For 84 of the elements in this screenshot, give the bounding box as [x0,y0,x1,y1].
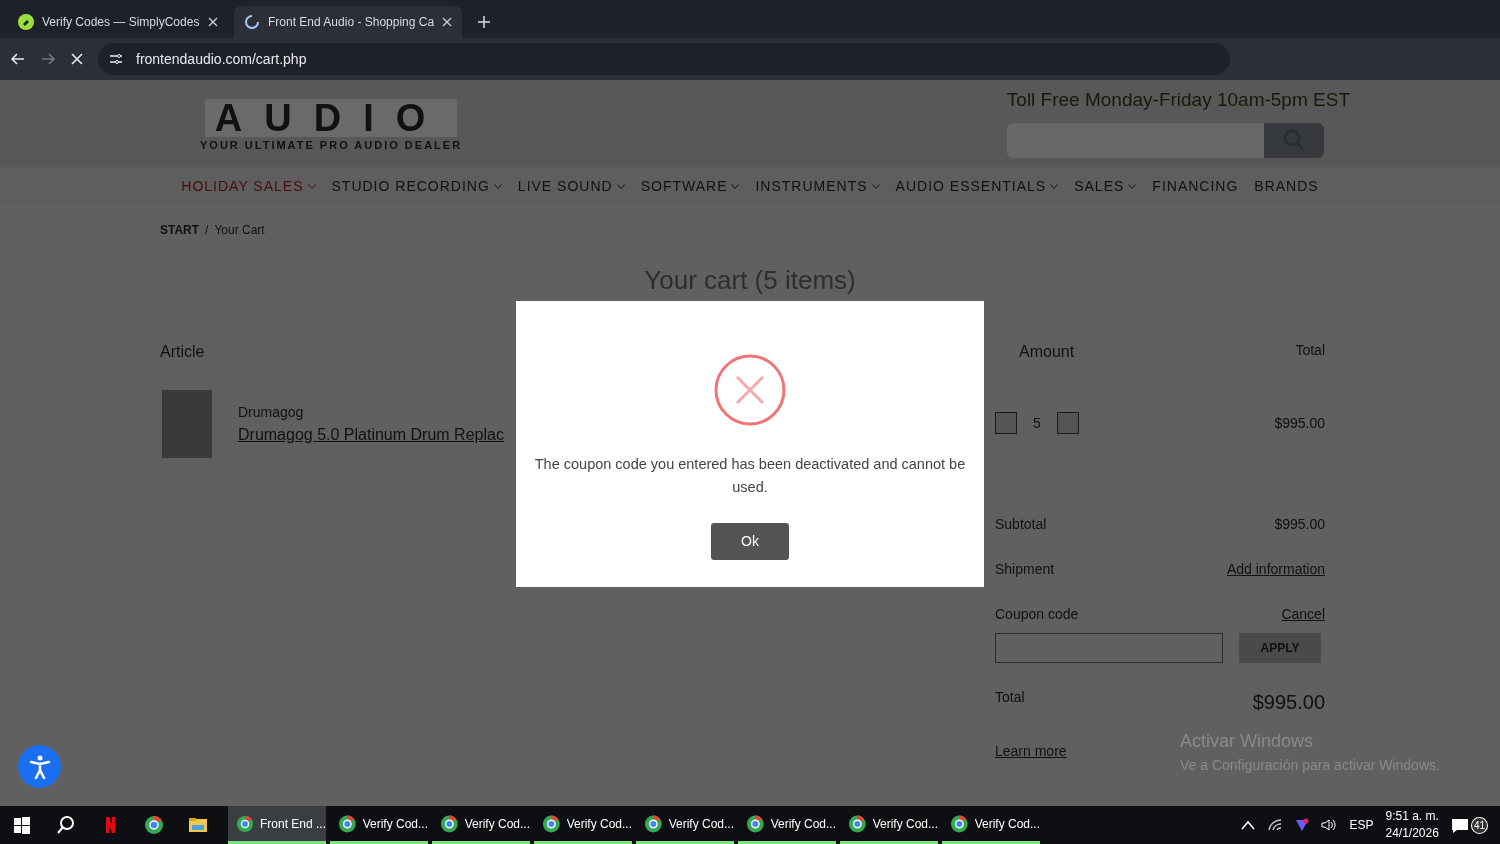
accessibility-button[interactable] [18,745,61,788]
chrome-icon [338,813,357,834]
coupon-label: Coupon code [995,605,1079,624]
taskbar-window-button[interactable]: Verify Cod... [330,806,428,844]
speaker-icon[interactable] [1321,818,1338,832]
close-icon[interactable] [208,17,218,27]
caret-down-icon [871,183,880,189]
product-brand: Drumagog [238,402,305,422]
search-field[interactable] [1006,122,1324,158]
stop-icon[interactable] [70,52,84,66]
chrome-icon [848,813,867,834]
chrome-icon [440,813,459,834]
chrome-icon [236,813,254,834]
quantity-value: 5 [1033,413,1041,433]
loading-icon [244,14,260,30]
notification-icon[interactable] [1450,817,1469,834]
nav-link[interactable]: LIVE SOUND [517,175,613,197]
taskbar-window-button[interactable]: Front End ... [228,806,326,844]
column-header: Total [1295,341,1325,360]
search-icon[interactable] [56,815,76,835]
chrome-icon [542,813,561,834]
language-indicator[interactable]: ESP [1349,816,1374,834]
address-bar[interactable]: frontendaudio.com/cart.php [98,43,1230,75]
ok-button[interactable]: Ok [711,523,789,560]
taskbar-window-button[interactable]: Verify Cod... [738,806,836,844]
cancel-link[interactable]: Cancel [1281,604,1325,625]
back-icon[interactable] [10,51,26,67]
caret-down-icon [616,183,625,189]
summary-value: $995.00 [1274,515,1325,534]
network-icon[interactable] [1267,818,1284,832]
add-information-link[interactable]: Add information [1226,559,1325,580]
caret-down-icon [493,183,502,189]
learn-more-link[interactable]: Learn more [995,741,1325,762]
windows-icon[interactable] [12,815,32,835]
folder-icon[interactable] [188,815,208,835]
product-image-placeholder [160,388,214,460]
summary-label: Subtotal [995,515,1047,534]
chrome-icon[interactable] [144,815,164,835]
column-header: Amount [1019,342,1075,362]
chrome-icon [746,813,765,834]
nav-link[interactable]: STUDIO RECORDING [331,175,490,197]
apply-button[interactable]: APPLY [1239,633,1321,663]
clock[interactable]: 9:51 a. m. 24/1/2026 [1385,808,1439,842]
column-header: Article [160,342,206,362]
coupon-input[interactable] [995,633,1223,663]
hours-text: Toll Free Monday-Friday 10am-5pm EST [1006,88,1350,112]
nav-link[interactable]: SALES [1074,175,1125,197]
total-label: Total [995,688,1025,707]
caret-down-icon [1128,183,1137,189]
nav-link[interactable]: FINANCING [1152,175,1239,197]
taskbar-window-button[interactable]: Verify Cod... [534,806,632,844]
caret-down-icon [731,183,740,189]
summary-label: Shipment [995,560,1055,579]
browser-tab[interactable]: Front End Audio - Shopping Ca [234,6,463,38]
nav-link[interactable]: INSTRUMENTS [755,175,868,197]
taskbar-window-button[interactable]: Verify Cod... [840,806,938,844]
product-link[interactable]: Drumagog 5.0 Platinum Drum Replac [238,422,504,447]
taskbar-window-button[interactable]: Verify Cod... [942,806,1040,844]
site-settings-icon [108,51,124,67]
nav-link[interactable]: SOFTWARE [640,175,728,197]
logo-tagline: YOUR ULTIMATE PRO AUDIO DEALER [200,137,463,153]
breadcrumb-separator: / [205,222,209,239]
error-icon [713,353,787,427]
taskbar-window-button[interactable]: Verify Cod... [636,806,734,844]
nav-link[interactable]: HOLIDAY SALES [181,175,304,197]
notification-count: 41 [1470,816,1488,834]
total-value: $995.00 [1252,690,1325,715]
breadcrumb-link[interactable]: START [160,221,200,239]
chrome-icon [644,813,663,834]
alert-message: The coupon code you entered has been deactivated and cannot be used. [533,455,967,497]
taskbar-window-button[interactable]: Verify Cod... [432,806,530,844]
chrome-icon [950,813,969,834]
chevron-up-icon[interactable] [1241,820,1256,830]
nav-link[interactable]: BRANDS [1254,175,1319,197]
forward-icon[interactable] [40,51,56,67]
nav-link[interactable]: AUDIO ESSENTIALS [895,175,1047,197]
line-total: $995.00 [1274,413,1325,433]
new-tab-icon[interactable] [478,16,491,28]
increase-button[interactable] [1056,412,1079,434]
caret-down-icon [307,183,316,189]
browser-tab[interactable]: Verify Codes — SimplyCodes [8,6,228,38]
close-icon[interactable] [442,17,453,27]
logo-text: AUDIO [204,98,458,137]
caret-down-icon [1050,183,1059,189]
